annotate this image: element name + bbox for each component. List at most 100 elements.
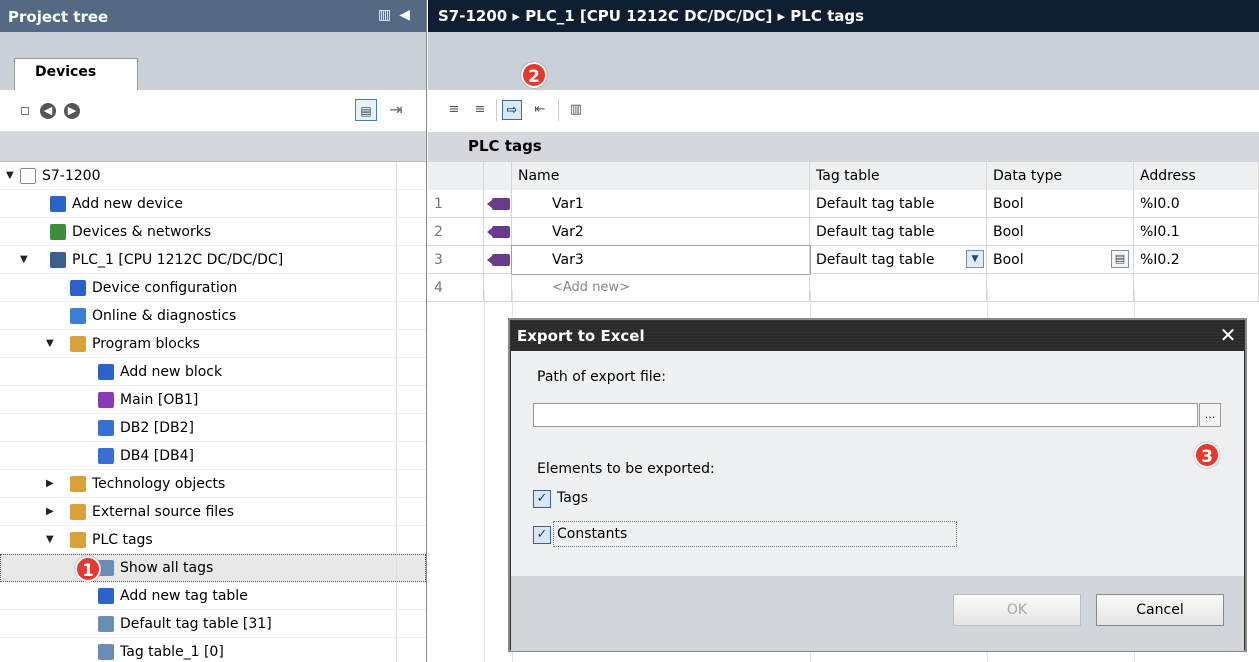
browse-button[interactable]: ... [1199, 403, 1221, 427]
tree-item[interactable]: ▼ PLC_1 [CPU 1212C DC/DC/DC] [0, 246, 426, 274]
row-number: 1 [428, 190, 484, 218]
tree-item[interactable]: Add new tag table [0, 582, 426, 610]
dialog-title: Export to Excel [517, 327, 645, 345]
tree-item[interactable]: ▼ Program blocks [0, 330, 426, 358]
data-type-cell[interactable]: Bool [987, 190, 1134, 218]
header-data-type[interactable]: Data type [987, 162, 1134, 190]
data-type-cell[interactable]: Bool [987, 218, 1134, 246]
callout-badge-3: 3 [1194, 442, 1220, 468]
export-icon[interactable]: ⇥ [385, 99, 407, 121]
tree-item-label: Main [OB1] [120, 392, 199, 408]
export-path-input[interactable] [533, 403, 1198, 427]
import-tags-icon[interactable]: ⇤ [530, 100, 550, 120]
tags-folder-icon [70, 532, 86, 548]
tag-table-cell[interactable]: Default tag table [810, 190, 987, 218]
column-divider [396, 386, 397, 413]
address-cell[interactable]: %I0.2 [1134, 246, 1259, 274]
table-row[interactable]: 1 Var1 Default tag table Bool %I0.0 [428, 190, 1259, 218]
tree-item[interactable]: Tag table_1 [0] [0, 638, 426, 662]
tags-label: Tags [557, 490, 588, 506]
tree-item-label: Device configuration [92, 280, 238, 296]
project-tree: ▼ S7-1200 Add new device Devices & networks… [0, 162, 426, 662]
export-tags-icon[interactable]: ⇨ [502, 100, 522, 120]
table-row[interactable]: 2 Var2 Default tag table Bool %I0.1 [428, 218, 1259, 246]
address-cell[interactable]: %I0.1 [1134, 218, 1259, 246]
tree-item[interactable]: ▶ External source files [0, 498, 426, 526]
expanded-arrow-icon[interactable]: ▼ [6, 162, 14, 190]
header-address[interactable]: Address [1134, 162, 1259, 190]
header-tag-table[interactable]: Tag table [810, 162, 987, 190]
expanded-arrow-icon[interactable]: ▼ [46, 526, 54, 554]
constants-checkbox-row[interactable]: ✓ Constants [533, 521, 963, 547]
new-object-icon[interactable]: ▫ [14, 99, 36, 121]
delete-column-icon[interactable]: ▥ [566, 100, 586, 120]
address-cell[interactable]: %I0.0 [1134, 190, 1259, 218]
split-icon[interactable]: ▥ [378, 7, 399, 23]
cancel-button[interactable]: Cancel [1096, 594, 1224, 626]
tree-item-label: Add new block [120, 364, 223, 380]
tag-table-icon [98, 616, 114, 632]
db-icon [98, 420, 114, 436]
collapsed-arrow-icon[interactable]: ▶ [46, 470, 54, 498]
insert-row-icon[interactable]: ≡ [444, 100, 464, 120]
close-icon[interactable]: ✕ [1216, 323, 1240, 347]
tree-item[interactable]: ▶ Technology objects [0, 470, 426, 498]
tag-icon [484, 218, 512, 246]
project-tree-panel: Project tree ▥◀ Devices ▫ ◀ ▶ ▤ ⇥ ▼ S7-12… [0, 0, 427, 662]
header-name[interactable]: Name [512, 162, 810, 190]
tree-header-bar [0, 132, 426, 162]
tree-item[interactable]: DB2 [DB2] [0, 414, 426, 442]
data-type-cell[interactable]: Bool ▤ [987, 246, 1134, 274]
tag-table-toolbar: ≡ ≡ ⇨ ⇤ ▥ [428, 90, 1259, 132]
forward-icon[interactable]: ▶ [64, 103, 80, 119]
column-divider [396, 582, 397, 609]
project-tree-toolbar: ▫ ◀ ▶ ▤ ⇥ [0, 90, 426, 132]
tree-item[interactable]: Main [OB1] [0, 386, 426, 414]
back-icon[interactable]: ◀ [40, 103, 56, 119]
plc-icon [50, 252, 66, 268]
tag-name[interactable]: Var2 [512, 218, 810, 246]
ok-button[interactable]: OK [953, 594, 1081, 626]
tree-item[interactable]: ▼ S7-1200 [0, 162, 426, 190]
tree-item[interactable]: Device configuration [0, 274, 426, 302]
tree-item[interactable]: Show all tags [0, 554, 426, 582]
tags-checkbox[interactable]: ✓ [533, 490, 551, 508]
tree-item[interactable]: Add new block [0, 358, 426, 386]
tech-folder-icon [70, 476, 86, 492]
tag-table-value: Default tag table [816, 252, 935, 268]
overview-icon[interactable]: ▤ [355, 99, 377, 121]
expanded-arrow-icon[interactable]: ▼ [46, 330, 54, 358]
callout-badge-2: 2 [521, 62, 547, 88]
constants-checkbox[interactable]: ✓ [533, 526, 551, 544]
tree-item[interactable]: Add new device [0, 190, 426, 218]
tag-name[interactable]: Var1 [512, 190, 810, 218]
column-divider [396, 330, 397, 357]
chevron-down-icon[interactable]: ▼ [966, 250, 984, 268]
tree-item[interactable]: DB4 [DB4] [0, 442, 426, 470]
tag-table-cell[interactable]: Default tag table [810, 218, 987, 246]
tree-item[interactable]: ▼ PLC tags [0, 526, 426, 554]
tag-table-cell[interactable]: Default tag table ▼ [810, 246, 987, 274]
data-type-value: Bool [993, 252, 1024, 268]
toolbar-separator [496, 99, 497, 121]
column-divider [396, 414, 397, 441]
tree-item-label: Devices & networks [72, 224, 212, 240]
type-list-icon[interactable]: ▤ [1111, 250, 1129, 268]
diagnostics-icon [70, 308, 86, 324]
tab-devices[interactable]: Devices [14, 58, 138, 90]
tree-item-label: PLC tags [92, 532, 153, 548]
constants-label: Constants [557, 526, 628, 542]
table-row[interactable]: 3 Var3 Default tag table ▼ Bool ▤ %I0.2 [428, 245, 1259, 275]
tree-item-label: Technology objects [92, 476, 226, 492]
expanded-arrow-icon[interactable]: ▼ [20, 246, 28, 274]
tree-item[interactable]: Online & diagnostics [0, 302, 426, 330]
add-row-icon[interactable]: ≡ [470, 100, 490, 120]
tag-name[interactable]: Var3 [511, 245, 811, 275]
network-icon [50, 224, 66, 240]
tree-item[interactable]: Devices & networks [0, 218, 426, 246]
collapsed-arrow-icon[interactable]: ▶ [46, 498, 54, 526]
tags-checkbox-row[interactable]: ✓ Tags [533, 485, 733, 511]
tree-item[interactable]: Default tag table [31] [0, 610, 426, 638]
collapse-panel-icon[interactable]: ◀ [399, 7, 418, 23]
row-number: 3 [428, 246, 484, 274]
